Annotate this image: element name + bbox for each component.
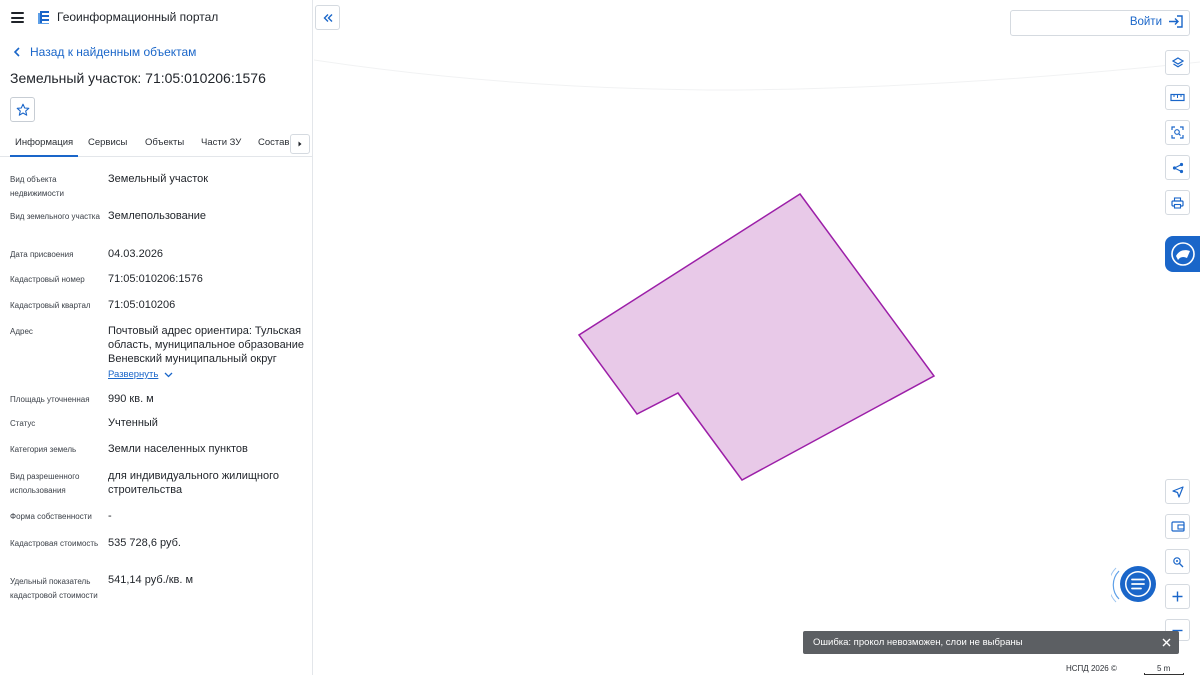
location-button[interactable] xyxy=(1165,549,1190,574)
tab-info[interactable]: Информация xyxy=(10,137,79,157)
prop-label: Удельный показатель кадастровой стоимост… xyxy=(10,577,98,600)
attribution-text: НСПД 2026 © xyxy=(1066,664,1117,673)
close-icon xyxy=(1162,638,1170,646)
prop-label: Вид объекта недвижимости xyxy=(10,175,64,198)
collapse-panel-button[interactable] xyxy=(315,5,340,30)
tab-label: Сервисы xyxy=(88,137,128,148)
layers-button[interactable] xyxy=(1165,50,1190,75)
prop-label: Статус xyxy=(10,419,36,428)
tabs-next-button[interactable] xyxy=(290,134,310,154)
layers-icon xyxy=(1171,56,1184,68)
prop-label: Вид земельного участка xyxy=(10,212,100,221)
prop-label: Кадастровая стоимость xyxy=(10,539,99,548)
prop-label: Адрес xyxy=(10,327,33,336)
scale-label: 5 m xyxy=(1157,664,1171,673)
favorite-button[interactable] xyxy=(10,97,35,122)
prop-value: 71:05:010206:1576 xyxy=(108,273,203,285)
tab-services[interactable]: Сервисы xyxy=(88,137,127,155)
toast-close-button[interactable] xyxy=(1159,635,1173,649)
prop-value: 541,14 руб./кв. м xyxy=(108,574,194,586)
assistant-button[interactable] xyxy=(1165,236,1200,272)
prop-value: Учтенный xyxy=(108,417,158,429)
location-icon xyxy=(1173,557,1184,568)
tab-composition[interactable]: Состав xyxy=(258,137,289,155)
prop-label: Кадастровый квартал xyxy=(10,301,91,310)
select-area-button[interactable] xyxy=(1165,120,1190,145)
tab-bar: Информация Сервисы Объекты Части ЗУ Сост… xyxy=(0,132,312,157)
expand-label: Развернуть xyxy=(108,369,159,380)
address-value: Почтовый адрес ориентира: Тульская облас… xyxy=(108,325,305,365)
app-title: Геоинформационный портал xyxy=(57,10,219,24)
ruler-icon xyxy=(1170,93,1185,102)
chevron-left-icon xyxy=(13,47,20,57)
app-bar: Геоинформационный портал xyxy=(0,0,312,36)
share-icon xyxy=(1172,162,1183,173)
wallet-button[interactable] xyxy=(1165,514,1190,539)
prop-label: Категория земель xyxy=(10,445,77,454)
prop-value: - xyxy=(108,510,112,522)
tab-label: Информация xyxy=(15,137,74,148)
expand-link[interactable]: Развернуть xyxy=(108,369,173,380)
page-title: Земельный участок: 71:05:010206:1576 xyxy=(10,70,266,86)
prop-label: Вид разрешенного использования xyxy=(10,472,80,495)
navigate-button[interactable] xyxy=(1165,479,1190,504)
menu-icon[interactable] xyxy=(11,12,24,23)
zoom-in-icon xyxy=(1172,591,1183,602)
login-button[interactable]: Войти xyxy=(1130,15,1183,28)
prop-value: 990 кв. м xyxy=(108,393,154,405)
land-parcel[interactable] xyxy=(577,192,936,481)
tab-objects[interactable]: Объекты xyxy=(145,137,184,155)
tab-label: Части ЗУ xyxy=(201,137,242,148)
zoom-in-button[interactable] xyxy=(1165,584,1190,609)
chat-icon xyxy=(1111,566,1156,603)
prop-value: для индивидуального жилищного строительс… xyxy=(108,470,280,496)
side-panel: Геоинформационный портал Назад к найденн… xyxy=(0,0,313,675)
error-toast: Ошибка: прокол невозможен, слои не выбра… xyxy=(803,631,1179,654)
navigate-icon xyxy=(1171,485,1184,498)
wallet-icon xyxy=(1170,521,1185,532)
map-layer xyxy=(313,59,1200,481)
prop-label: Форма собственности xyxy=(10,512,92,521)
select-area-icon xyxy=(1171,126,1184,139)
share-button[interactable] xyxy=(1165,155,1190,180)
back-link-label: Назад к найденным объектам xyxy=(30,45,197,59)
assistant-icon xyxy=(1170,242,1195,266)
prop-value: Землепользование xyxy=(108,210,207,222)
back-link[interactable]: Назад к найденным объектам xyxy=(11,45,196,59)
prop-value: 71:05:010206 xyxy=(108,299,176,311)
tab-label: Объекты xyxy=(145,137,185,148)
toast-message: Ошибка: прокол невозможен, слои не выбра… xyxy=(813,637,1023,648)
prop-label: Кадастровый номер xyxy=(10,275,85,284)
measure-button[interactable] xyxy=(1165,85,1190,110)
star-icon xyxy=(16,103,29,116)
prop-label: Площадь уточненная xyxy=(10,395,90,404)
login-icon xyxy=(1169,15,1183,28)
chevron-down-icon xyxy=(164,372,173,377)
prop-label: Дата присвоения xyxy=(10,250,74,259)
print-icon xyxy=(1171,196,1184,209)
logo-icon xyxy=(38,11,49,24)
chevron-right-icon xyxy=(298,141,302,147)
prop-value: Земельный участок xyxy=(108,173,209,185)
print-button[interactable] xyxy=(1165,190,1190,215)
double-chevron-left-icon xyxy=(323,13,332,22)
prop-value: Земли населенных пунктов xyxy=(108,443,248,455)
login-bar: Войти xyxy=(1010,10,1190,36)
map-attribution: НСПД 2026 © 5 m xyxy=(1060,662,1200,675)
tab-parts[interactable]: Части ЗУ xyxy=(201,137,241,155)
map-canvas[interactable] xyxy=(313,0,1200,675)
tab-label: Состав xyxy=(258,137,290,148)
prop-value: 04.03.2026 xyxy=(108,248,164,260)
login-label: Войти xyxy=(1129,15,1162,28)
prop-value: 535 728,6 руб. xyxy=(108,537,181,549)
chat-button[interactable] xyxy=(1111,563,1165,605)
